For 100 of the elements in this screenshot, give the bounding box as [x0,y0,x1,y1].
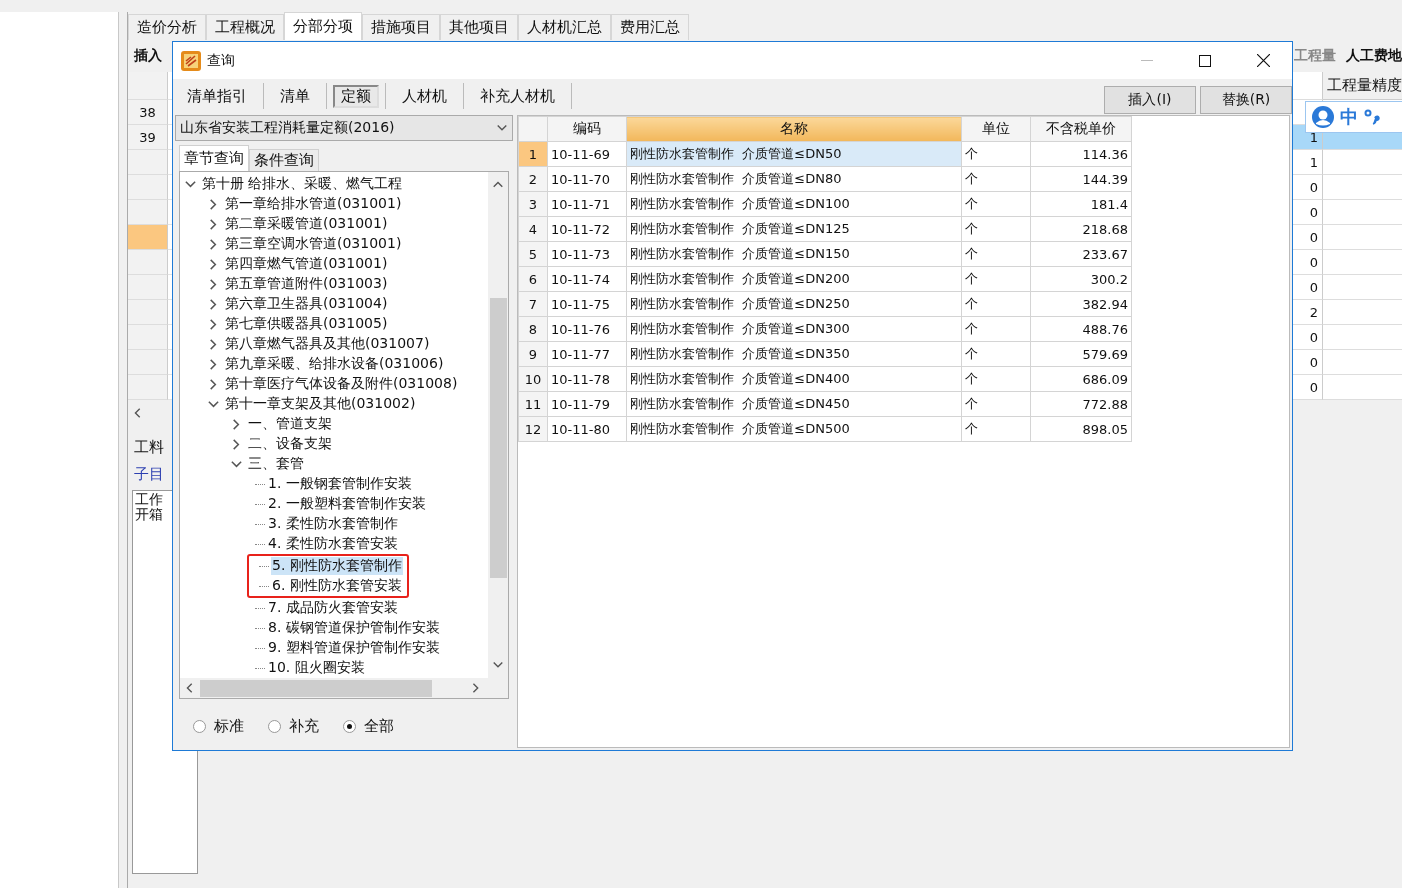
action-button[interactable]: 插入(I) [1104,86,1196,114]
row-number: 7 [518,291,548,317]
maximize-icon [1199,54,1211,67]
row-number: 4 [518,216,548,242]
note-text: 开箱 [135,507,164,522]
close-icon [1256,54,1270,67]
tree-item[interactable]: 1. 一般钢套管制作安装 [267,475,413,493]
tree-item[interactable]: 第三章空调水管道(031001) [224,235,403,253]
filter-radio[interactable]: 全部 [343,717,394,736]
table-cell: 刚性防水套管制作 介质管道≤DN250 [626,291,962,317]
table-cell: 刚性防水套管制作 介质管道≤DN500 [626,416,962,442]
table-cell: 刚性防水套管制作 介质管道≤DN450 [626,391,962,417]
tree-item[interactable]: 9. 塑料管道保护管制作安装 [267,639,441,657]
row-number: 9 [518,341,548,367]
tab[interactable]: 分部分项 [284,12,362,40]
table-cell: 144.39 [1030,166,1132,192]
table-cell: 刚性防水套管制作 介质管道≤DN125 [626,216,962,242]
filter-radio[interactable]: 补充 [268,717,319,736]
ime-mode[interactable]: 中 [1340,105,1358,129]
table-cell: 686.09 [1030,366,1132,392]
tree-item[interactable]: 10. 阻火圈安装 [267,659,366,677]
row-number: 2 [518,166,548,192]
tree-item[interactable]: 二、设备支架 [247,435,333,453]
tree-item[interactable]: 第七章供暖器具(031005) [224,315,389,333]
column-header: 工程量精度 [1323,72,1402,100]
table-cell: 0 [1291,350,1323,375]
tab[interactable]: 工程概况 [206,14,284,40]
tab[interactable]: 清单 [270,82,320,110]
tab[interactable]: 章节查询 [179,145,249,171]
tab[interactable]: 条件查询 [249,149,319,171]
row-number: 38 [128,100,168,125]
tree-item[interactable]: 三、套管 [247,455,305,473]
radio-icon[interactable] [268,720,281,733]
tree-item[interactable]: 第二章采暖管道(031001) [224,215,389,233]
tree-item[interactable]: 第十册 给排水、采暖、燃气工程 [201,175,404,193]
tab[interactable]: 人材机 [392,82,457,110]
library-dropdown[interactable]: 山东省安装工程消耗量定额(2016) [175,115,513,141]
tree-item[interactable]: 4. 柔性防水套管安装 [267,535,399,553]
tree-item[interactable]: 第十一章支架及其他(031002) [224,395,417,413]
tree-item[interactable]: 第八章燃气器具及其他(031007) [224,335,431,353]
table-cell: 300.2 [1030,266,1132,292]
tree-item[interactable]: 8. 碳钢管道保护管制作安装 [267,619,441,637]
filter-radio[interactable]: 标准 [193,717,244,736]
insert-button[interactable]: 插入 [134,47,162,65]
tree-item[interactable]: 第十章医疗气体设备及附件(031008) [224,375,459,393]
table-cell: 772.88 [1030,391,1132,417]
table-cell: 898.05 [1030,416,1132,442]
row-number: 1 [518,141,548,167]
column-header[interactable]: 单位 [961,116,1031,142]
column-header[interactable]: 名称 [626,116,962,142]
table-cell: 233.67 [1030,241,1132,267]
row-number: 10 [518,366,548,392]
tab[interactable]: 造价分析 [128,14,206,40]
table-cell: 刚性防水套管制作 介质管道≤DN50 [626,141,962,167]
radio-icon[interactable] [193,720,206,733]
action-button[interactable]: 替换(R) [1200,86,1292,114]
tab[interactable]: 补充人材机 [470,82,565,110]
row-number: 6 [518,266,548,292]
tree-item[interactable]: 第九章采暖、给排水设备(031006) [224,355,445,373]
tab[interactable]: 人材机汇总 [518,14,611,40]
tree-item[interactable]: 第六章卫生器具(031004) [224,295,389,313]
tree-item[interactable]: 7. 成品防火套管安装 [267,599,399,617]
row-number: 11 [518,391,548,417]
tree-item[interactable]: 第一章给排水管道(031001) [224,195,403,213]
column-header[interactable]: 编码 [547,116,627,142]
radio-icon[interactable] [343,720,356,733]
tree-item[interactable]: 第五章管道附件(031003) [224,275,389,293]
tab[interactable]: 定额 [333,84,379,108]
row-number: 5 [518,241,548,267]
table-cell: 刚性防水套管制作 介质管道≤DN300 [626,316,962,342]
vertical-scrollbar[interactable] [488,172,508,678]
row-number: 8 [518,316,548,342]
tree-item[interactable]: 2. 一般塑料套管制作安装 [267,495,427,513]
table-cell: 218.68 [1030,216,1132,242]
tree-item[interactable]: 3. 柔性防水套管制作 [267,515,399,533]
horizontal-scrollbar[interactable] [180,678,508,698]
minimize-icon [1141,59,1153,62]
tree-item[interactable]: 6. 刚性防水套管安装 [271,577,403,595]
note-text: 工作 [135,492,164,507]
table-cell: 114.36 [1030,141,1132,167]
punctuation-icon[interactable] [1364,109,1380,125]
tab[interactable]: 其他项目 [440,14,518,40]
labor-cost-button[interactable]: 人工费地 [1346,47,1402,65]
row-number: 3 [518,191,548,217]
row-number: 12 [518,416,548,442]
tab[interactable]: 费用汇总 [611,14,689,40]
table-cell: 刚性防水套管制作 介质管道≤DN100 [626,191,962,217]
tree-item[interactable]: 一、管道支架 [247,415,333,433]
tab[interactable]: 清单指引 [177,82,257,110]
tree-item[interactable]: 5. 刚性防水套管制作 [271,557,403,575]
table-cell: 0 [1291,375,1323,400]
table-cell: 刚性防水套管制作 介质管道≤DN150 [626,241,962,267]
tree-item[interactable]: 第四章燃气管道(031001) [224,255,389,273]
column-header[interactable]: 不含税单价 [1030,116,1132,142]
table-cell: 382.94 [1030,291,1132,317]
table-cell: 刚性防水套管制作 介质管道≤DN200 [626,266,962,292]
window-title: 查询 [207,51,235,70]
tab[interactable]: 措施项目 [362,14,440,40]
user-icon[interactable] [1312,106,1334,128]
table-cell: 刚性防水套管制作 介质管道≤DN400 [626,366,962,392]
